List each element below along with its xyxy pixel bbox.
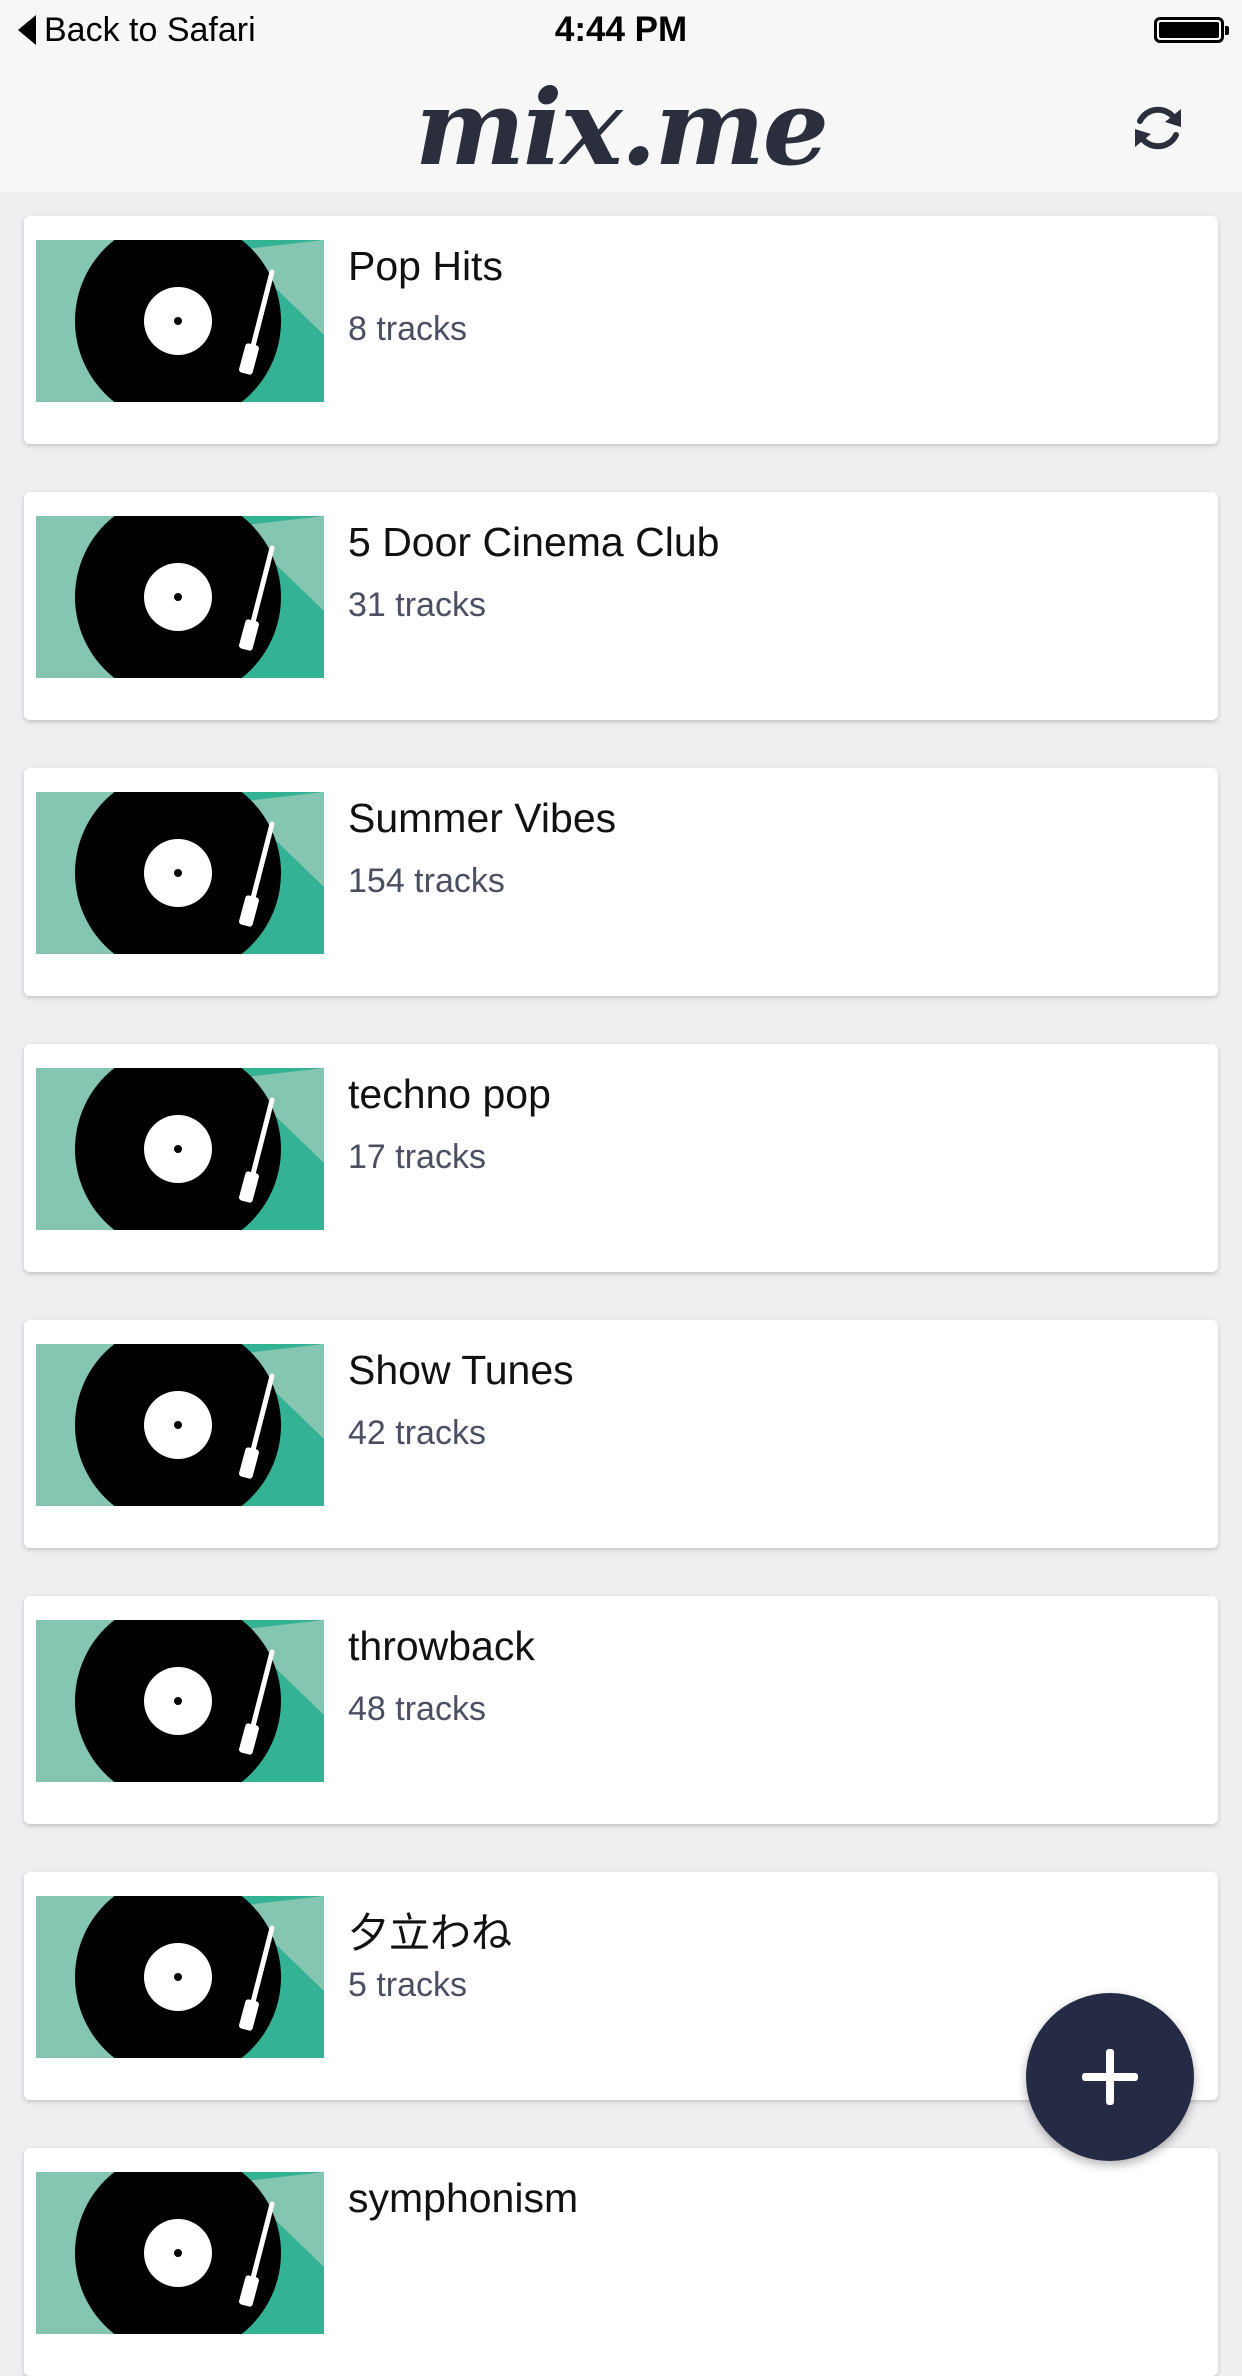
- playlist-card[interactable]: techno pop 17 tracks: [24, 1044, 1218, 1272]
- turntable-icon: [36, 792, 324, 954]
- battery-icon: [1154, 17, 1229, 43]
- playlist-thumbnail: [36, 1896, 324, 2058]
- playlist-track-count: 154 tracks: [348, 862, 505, 900]
- app-logo: mix.me: [415, 65, 829, 189]
- playlist-track-count: 8 tracks: [348, 310, 468, 348]
- playlist-title: throwback: [348, 1623, 535, 1669]
- playlist-card[interactable]: Pop Hits 8 tracks: [24, 216, 1218, 444]
- plus-icon: [1082, 2049, 1138, 2105]
- playlist-track-count: 48 tracks: [348, 1690, 486, 1728]
- turntable-icon: [36, 1620, 324, 1782]
- playlist-thumbnail: [36, 792, 324, 954]
- playlist-thumbnail: [36, 2172, 324, 2334]
- playlist-track-count: 5 tracks: [348, 1966, 468, 2004]
- status-bar: Back to Safari 4:44 PM: [0, 0, 1242, 62]
- playlist-title: 5 Door Cinema Club: [348, 519, 720, 565]
- playlist-thumbnail: [36, 1620, 324, 1782]
- playlist-title: Pop Hits: [348, 243, 503, 289]
- turntable-icon: [36, 1344, 324, 1506]
- turntable-icon: [36, 1068, 324, 1230]
- refresh-button[interactable]: [1122, 92, 1194, 164]
- playlist-title: 夕立わね: [348, 1910, 512, 1956]
- playlist-track-count: 31 tracks: [348, 586, 486, 624]
- playlist-card[interactable]: 5 Door Cinema Club 31 tracks: [24, 492, 1218, 720]
- playlist-thumbnail: [36, 1344, 324, 1506]
- playlist-track-count: 17 tracks: [348, 1138, 486, 1176]
- playlist-thumbnail: [36, 240, 324, 402]
- turntable-icon: [36, 1896, 324, 2058]
- turntable-icon: [36, 2172, 324, 2334]
- playlist-card[interactable]: Summer Vibes 154 tracks: [24, 768, 1218, 996]
- playlist-card[interactable]: throwback 48 tracks: [24, 1596, 1218, 1824]
- playlist-title: techno pop: [348, 1071, 551, 1117]
- playlist-card[interactable]: symphonism: [24, 2148, 1218, 2376]
- app-header: mix.me: [0, 62, 1242, 192]
- playlist-title: symphonism: [348, 2175, 579, 2221]
- turntable-icon: [36, 516, 324, 678]
- playlist-thumbnail: [36, 516, 324, 678]
- playlist-title: Show Tunes: [348, 1347, 574, 1393]
- playlist-track-count: 42 tracks: [348, 1414, 486, 1452]
- playlist-thumbnail: [36, 1068, 324, 1230]
- playlist-card[interactable]: Show Tunes 42 tracks: [24, 1320, 1218, 1548]
- refresh-icon: [1135, 106, 1181, 150]
- playlist-title: Summer Vibes: [348, 795, 617, 841]
- status-time: 4:44 PM: [554, 10, 688, 49]
- add-playlist-button[interactable]: [1026, 1993, 1194, 2161]
- turntable-icon: [36, 240, 324, 402]
